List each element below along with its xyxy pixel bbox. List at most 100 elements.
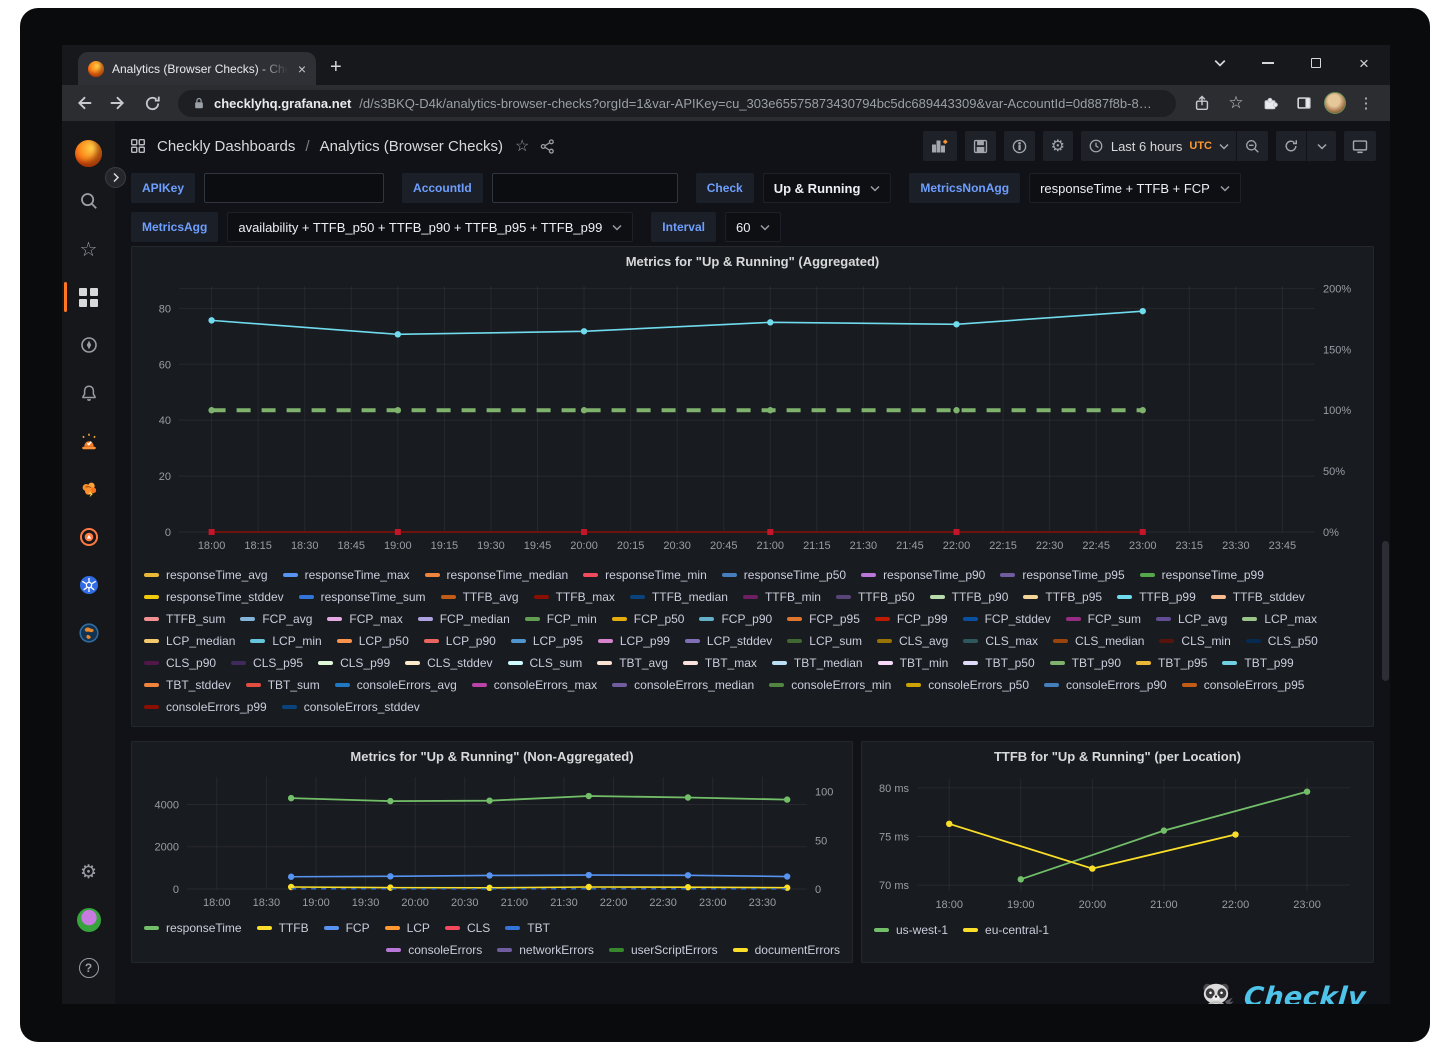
new-tab-button[interactable]: + xyxy=(330,56,342,79)
user-avatar[interactable] xyxy=(62,896,115,944)
url-bar[interactable]: checklyhq.grafana.net/d/s3BKQ-D4k/analyt… xyxy=(178,90,1176,117)
legend-item-responseTime_stddev[interactable]: responseTime_stddev xyxy=(144,586,284,608)
legend-item-documentErrors[interactable]: documentErrors xyxy=(733,939,840,961)
legend-item-CLS_p50[interactable]: CLS_p50 xyxy=(1246,630,1318,652)
browser-menu-kebab-icon[interactable]: ⋮ xyxy=(1352,89,1380,117)
legend-item-LCP_max[interactable]: LCP_max xyxy=(1242,608,1317,630)
legend-item-CLS_p90[interactable]: CLS_p90 xyxy=(144,652,216,674)
legend-item-CLS_p95[interactable]: CLS_p95 xyxy=(231,652,303,674)
legend-item-TBT_sum[interactable]: TBT_sum xyxy=(246,674,320,696)
legend-item-TTFB_sum[interactable]: TTFB_sum xyxy=(144,608,225,630)
legend-item-responseTime_median[interactable]: responseTime_median xyxy=(425,564,569,586)
legend-item-responseTime_p50[interactable]: responseTime_p50 xyxy=(722,564,846,586)
legend-item-responseTime_p99[interactable]: responseTime_p99 xyxy=(1140,564,1264,586)
forward-button[interactable] xyxy=(104,89,132,117)
legend-item-TTFB_max[interactable]: TTFB_max xyxy=(534,586,615,608)
apps-grid-icon[interactable] xyxy=(129,137,147,155)
dashboard-settings-gear-icon[interactable]: ⚙ xyxy=(1043,131,1073,161)
var-metrics-agg-select[interactable]: availability + TTFB_p50 + TTFB_p90 + TTF… xyxy=(227,212,633,242)
legend-item-FCP_min[interactable]: FCP_min xyxy=(525,608,597,630)
machine-learning-brain-icon[interactable] xyxy=(62,465,115,513)
alerting-bell-icon[interactable] xyxy=(62,369,115,417)
minimize-button[interactable] xyxy=(1260,55,1276,71)
time-range-picker[interactable]: Last 6 hours UTC xyxy=(1081,131,1236,161)
side-panel-icon[interactable] xyxy=(1290,89,1318,117)
legend-item-CLS_sum[interactable]: CLS_sum xyxy=(508,652,583,674)
legend-item-us-west-1[interactable]: us-west-1 xyxy=(874,919,948,941)
legend-item-TBT_stddev[interactable]: TBT_stddev xyxy=(144,674,231,696)
legend-item-CLS_p99[interactable]: CLS_p99 xyxy=(318,652,390,674)
legend-item-TTFB_p90[interactable]: TTFB_p90 xyxy=(930,586,1009,608)
bookmark-star-icon[interactable]: ☆ xyxy=(1222,89,1250,117)
legend-item-CLS_median[interactable]: CLS_median xyxy=(1053,630,1144,652)
legend-item-CLS[interactable]: CLS xyxy=(445,917,490,939)
maximize-button[interactable] xyxy=(1308,55,1324,71)
breadcrumb-root[interactable]: Checkly Dashboards xyxy=(157,138,295,155)
share-icon[interactable] xyxy=(1188,89,1216,117)
legend-item-TBT[interactable]: TBT xyxy=(505,917,550,939)
legend-item-consoleErrors_p50[interactable]: consoleErrors_p50 xyxy=(906,674,1029,696)
legend-item-consoleErrors_stddev[interactable]: consoleErrors_stddev xyxy=(282,696,420,718)
save-dashboard-button[interactable] xyxy=(965,131,996,161)
help-icon[interactable]: ? xyxy=(62,944,115,992)
scrollbar-thumb[interactable] xyxy=(1382,541,1389,681)
legend-item-LCP_min[interactable]: LCP_min xyxy=(250,630,321,652)
legend-item-consoleErrors_min[interactable]: consoleErrors_min xyxy=(769,674,891,696)
legend-item-TTFB_avg[interactable]: TTFB_avg xyxy=(441,586,519,608)
tab-close-icon[interactable]: × xyxy=(296,60,308,78)
legend-item-responseTime_avg[interactable]: responseTime_avg xyxy=(144,564,268,586)
settings-gear-icon[interactable]: ⚙ xyxy=(62,848,115,896)
legend-item-TTFB[interactable]: TTFB xyxy=(257,917,309,939)
window-menu-chevron-icon[interactable] xyxy=(1212,55,1228,71)
legend-item-consoleErrors_avg[interactable]: consoleErrors_avg xyxy=(335,674,457,696)
legend-item-responseTime_p90[interactable]: responseTime_p90 xyxy=(861,564,985,586)
aggregated-chart-canvas[interactable]: 18:0018:1518:3018:4519:0019:1519:3019:45… xyxy=(139,270,1367,562)
legend-item-LCP_sum[interactable]: LCP_sum xyxy=(787,630,862,652)
legend-item-FCP_max[interactable]: FCP_max xyxy=(327,608,402,630)
legend-item-LCP_p50[interactable]: LCP_p50 xyxy=(337,630,409,652)
legend-item-TBT_p99[interactable]: TBT_p99 xyxy=(1222,652,1293,674)
legend-item-LCP_p95[interactable]: LCP_p95 xyxy=(511,630,583,652)
var-check-select[interactable]: Up & Running xyxy=(763,173,892,203)
legend-item-TTFB_p95[interactable]: TTFB_p95 xyxy=(1023,586,1102,608)
legend-item-consoleErrors[interactable]: consoleErrors xyxy=(386,939,482,961)
close-button[interactable]: × xyxy=(1356,55,1372,71)
legend-item-LCP_p99[interactable]: LCP_p99 xyxy=(598,630,670,652)
sidebar-item-dashboards[interactable] xyxy=(62,273,115,321)
legend-item-responseTime_min[interactable]: responseTime_min xyxy=(583,564,707,586)
legend-item-FCP_p50[interactable]: FCP_p50 xyxy=(612,608,685,630)
oncall-icon[interactable] xyxy=(62,513,115,561)
legend-item-responseTime[interactable]: responseTime xyxy=(144,917,242,939)
legend-item-consoleErrors_max[interactable]: consoleErrors_max xyxy=(472,674,597,696)
favorite-star-icon[interactable]: ☆ xyxy=(515,136,529,156)
legend-item-networkErrors[interactable]: networkErrors xyxy=(497,939,594,961)
kiosk-mode-button[interactable] xyxy=(1344,131,1376,161)
legend-item-LCP_median[interactable]: LCP_median xyxy=(144,630,235,652)
legend-item-FCP_stddev[interactable]: FCP_stddev xyxy=(963,608,1051,630)
legend-item-userScriptErrors[interactable]: userScriptErrors xyxy=(609,939,718,961)
refresh-interval-chevron-icon[interactable] xyxy=(1306,131,1336,161)
legend-item-FCP[interactable]: FCP xyxy=(324,917,370,939)
explore-compass-icon[interactable] xyxy=(62,321,115,369)
legend-item-CLS_avg[interactable]: CLS_avg xyxy=(877,630,948,652)
profile-avatar[interactable] xyxy=(1324,92,1346,114)
panel-non-aggregated-title[interactable]: Metrics for "Up & Running" (Non-Aggregat… xyxy=(132,742,852,765)
legend-item-TTFB_stddev[interactable]: TTFB_stddev xyxy=(1211,586,1305,608)
legend-item-consoleErrors_p95[interactable]: consoleErrors_p95 xyxy=(1182,674,1305,696)
starred-dashboards-icon[interactable]: ☆ xyxy=(62,225,115,273)
var-accountid-input[interactable] xyxy=(492,173,678,203)
legend-item-eu-central-1[interactable]: eu-central-1 xyxy=(963,919,1049,941)
legend-item-TBT_p95[interactable]: TBT_p95 xyxy=(1136,652,1207,674)
legend-item-TBT_max[interactable]: TBT_max xyxy=(683,652,757,674)
share-dashboard-icon[interactable] xyxy=(539,138,556,155)
legend-item-FCP_p95[interactable]: FCP_p95 xyxy=(787,608,860,630)
legend-item-TBT_min[interactable]: TBT_min xyxy=(878,652,949,674)
legend-item-consoleErrors_p99[interactable]: consoleErrors_p99 xyxy=(144,696,267,718)
non-aggregated-chart-canvas[interactable]: 18:0018:3019:0019:3020:0020:3021:0021:30… xyxy=(139,765,845,915)
extensions-puzzle-icon[interactable] xyxy=(1256,89,1284,117)
legend-item-responseTime_sum[interactable]: responseTime_sum xyxy=(299,586,426,608)
legend-item-TBT_median[interactable]: TBT_median xyxy=(772,652,863,674)
sidebar-expand-button[interactable] xyxy=(105,167,126,188)
legend-item-responseTime_p95[interactable]: responseTime_p95 xyxy=(1000,564,1124,586)
legend-item-TBT_avg[interactable]: TBT_avg xyxy=(597,652,668,674)
